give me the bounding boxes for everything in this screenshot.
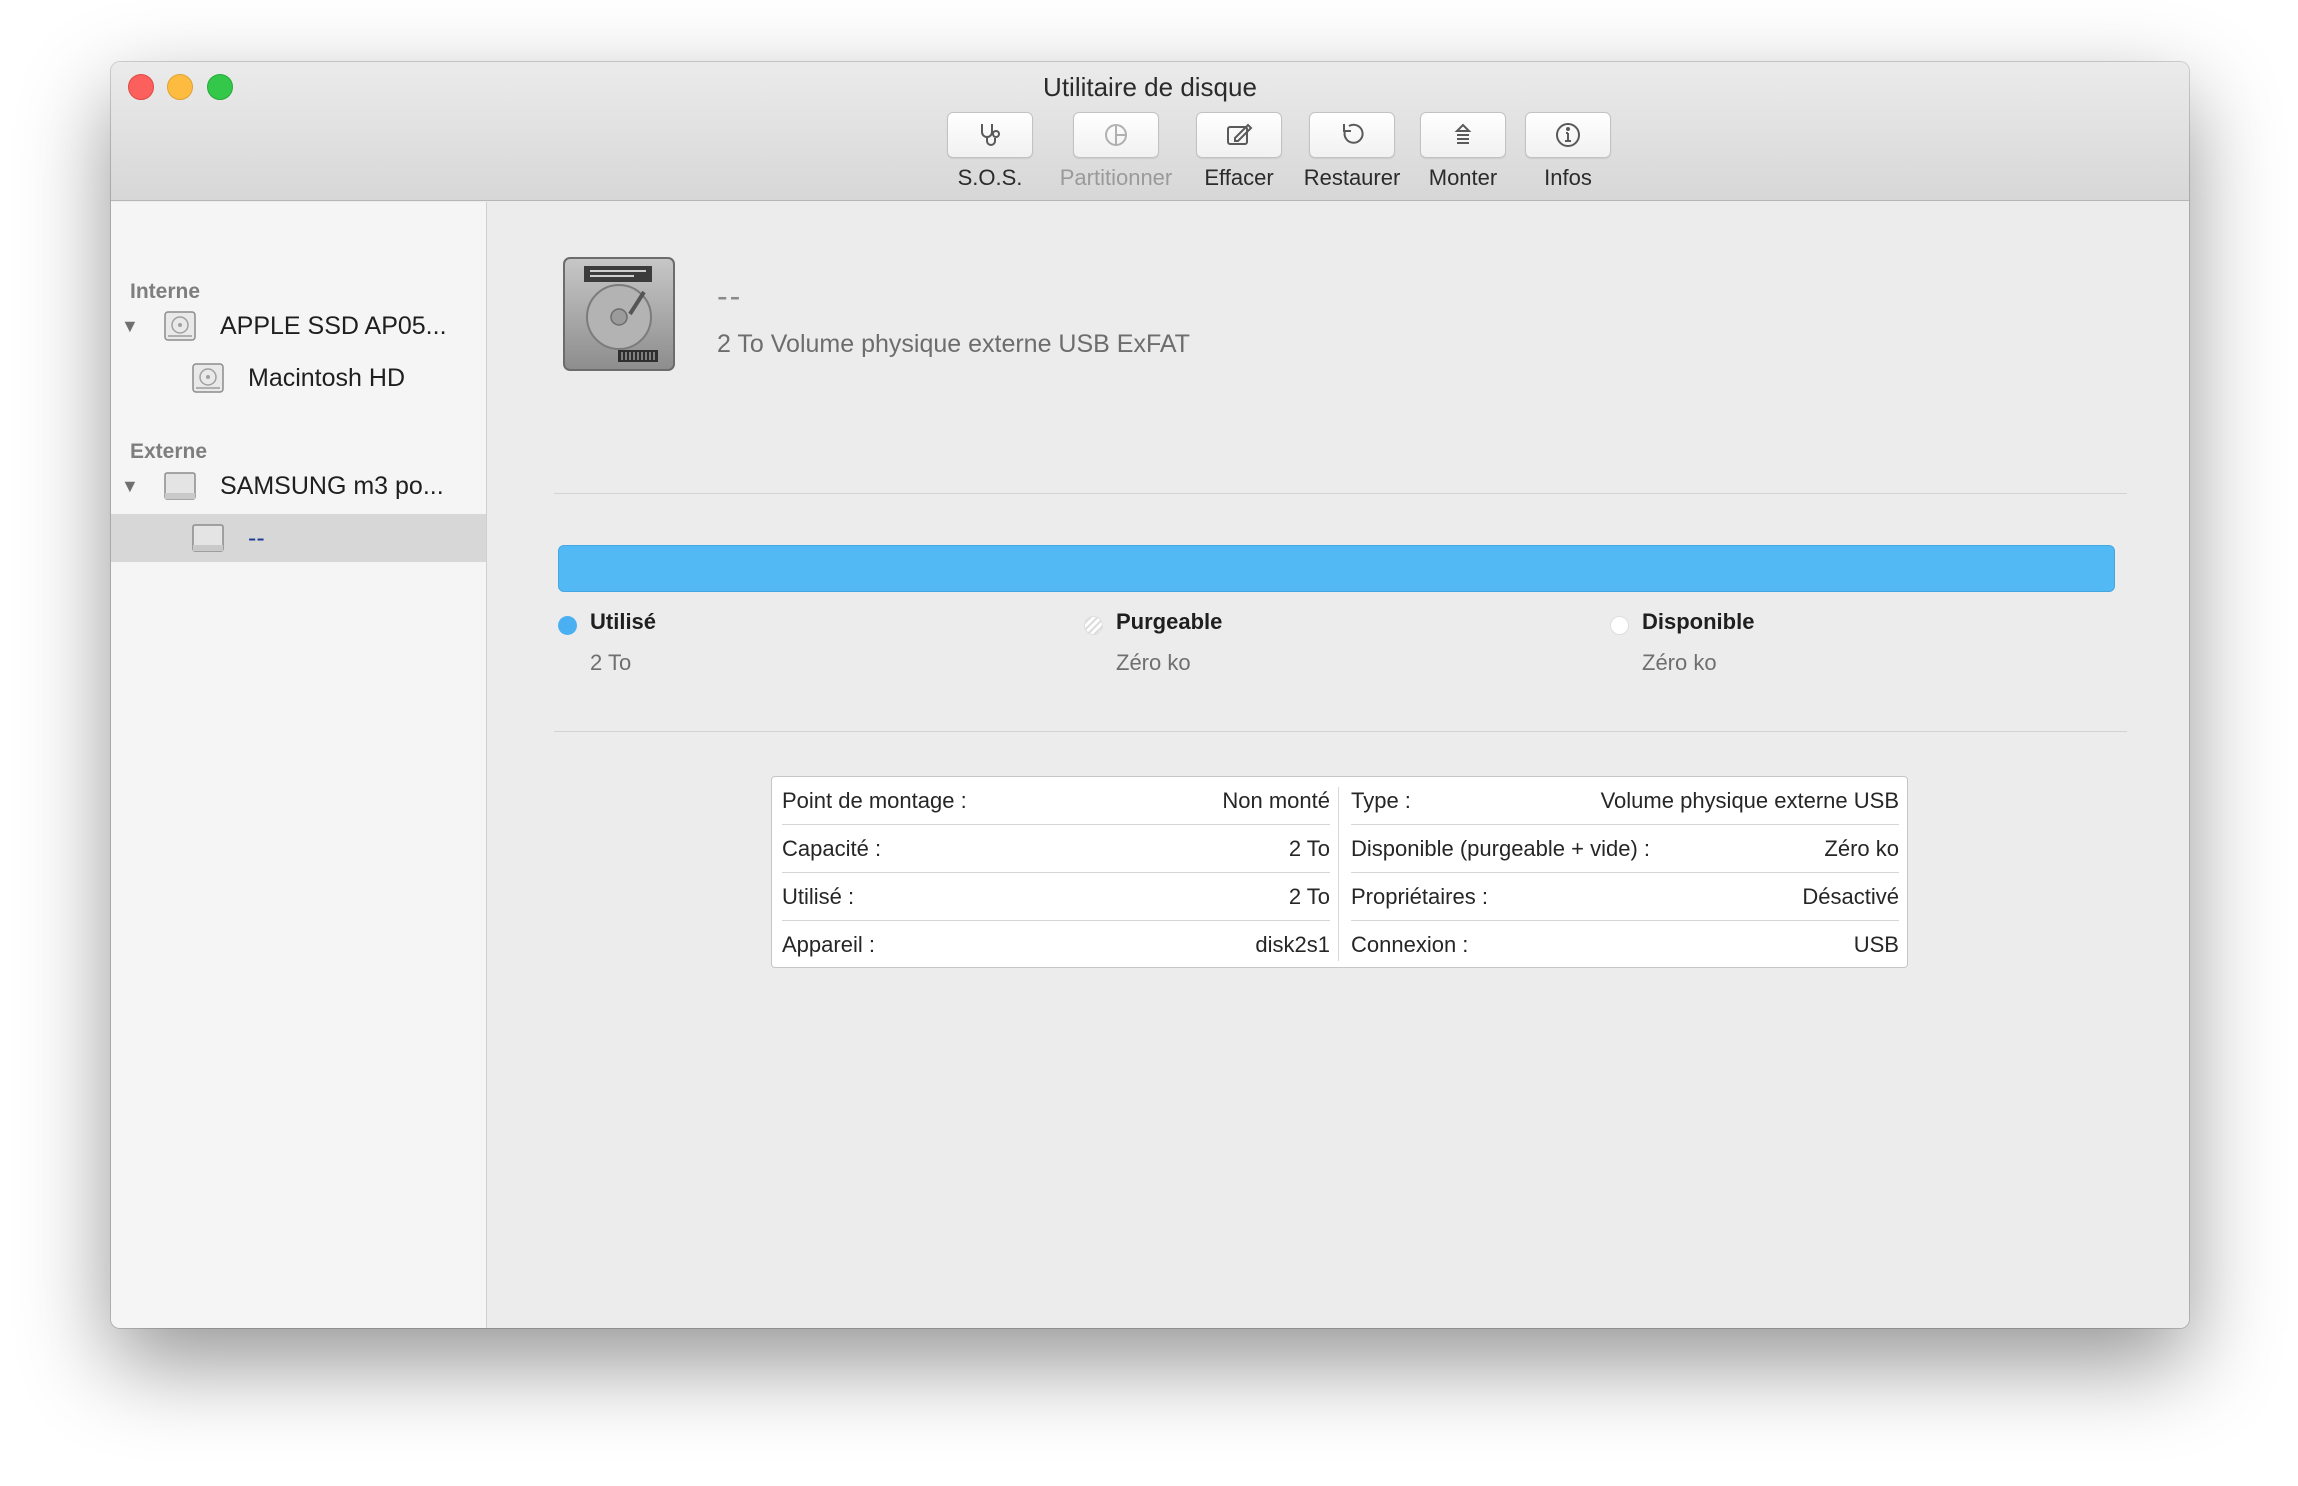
sidebar-item-selected-volume[interactable]: -- xyxy=(111,514,486,562)
available-dot-icon xyxy=(1610,616,1629,635)
purgeable-dot-icon xyxy=(1084,616,1103,635)
sidebar-item-label: APPLE SSD AP05... xyxy=(220,311,447,340)
info-key: Type : xyxy=(1351,787,1411,813)
info-row-mount-point: Point de montage : Non monté xyxy=(782,777,1330,825)
disclosure-triangle-icon[interactable]: ▼ xyxy=(121,316,139,337)
sidebar-header-internal: Interne xyxy=(130,280,201,303)
usage-bar xyxy=(558,545,2115,592)
sidebar-item-label: Macintosh HD xyxy=(248,363,405,392)
column-divider xyxy=(1338,787,1339,961)
info-row-type: Type : Volume physique externe USB xyxy=(1351,777,1899,825)
info-row-used: Utilisé : 2 To xyxy=(782,873,1330,921)
info-value: Volume physique externe USB xyxy=(1600,787,1899,813)
hard-drive-icon xyxy=(563,257,675,371)
first-aid-button[interactable]: S.O.S. xyxy=(920,112,1060,191)
window-title: Utilitaire de disque xyxy=(1043,72,1257,102)
sidebar-item-samsung[interactable]: ▼ SAMSUNG m3 po... xyxy=(111,462,486,510)
info-key: Propriétaires : xyxy=(1351,883,1488,909)
info-key: Disponible (purgeable + vide) : xyxy=(1351,835,1651,861)
internal-volume-icon xyxy=(192,363,224,393)
stethoscope-icon xyxy=(981,124,1000,146)
disclosure-triangle-icon[interactable]: ▼ xyxy=(121,476,139,497)
legend-purgeable-label: Purgeable xyxy=(1116,609,1223,634)
legend-available-label: Disponible xyxy=(1642,609,1755,634)
partition-label: Partitionner xyxy=(1059,165,1173,190)
info-value: Zéro ko xyxy=(1824,835,1899,861)
legend-used-label: Utilisé xyxy=(590,609,657,634)
disk-utility-window: Utilitaire de disque S.O.S. Partitionner xyxy=(111,62,2189,1328)
sidebar-header-external: Externe xyxy=(130,440,208,463)
external-volume-icon xyxy=(192,524,224,552)
external-disk-icon xyxy=(164,472,196,500)
divider xyxy=(554,493,2127,494)
info-row-connection: Connexion : USB xyxy=(1351,921,1899,969)
info-value: USB xyxy=(1853,932,1899,957)
info-table: Point de montage : Non monté Capacité : … xyxy=(771,776,1908,968)
restore-icon xyxy=(1343,123,1364,144)
info-row-device: Appareil : disk2s1 xyxy=(782,921,1330,969)
mount-icon xyxy=(1454,123,1472,144)
sidebar-item-macintosh-hd[interactable]: Macintosh HD xyxy=(111,354,486,402)
titlebar: Utilitaire de disque S.O.S. Partitionner xyxy=(111,62,2189,201)
erase-icon xyxy=(1227,123,1253,145)
info-icon xyxy=(1556,123,1580,147)
legend-available-value: Zéro ko xyxy=(1642,650,1717,675)
info-value: Désactivé xyxy=(1802,883,1899,909)
info-key: Capacité : xyxy=(782,835,882,861)
sidebar-item-label: -- xyxy=(248,523,265,552)
info-label: Infos xyxy=(1544,165,1592,190)
legend-used-value: 2 To xyxy=(590,650,632,675)
info-key: Point de montage : xyxy=(782,787,967,813)
info-row-owners: Propriétaires : Désactivé xyxy=(1351,873,1899,921)
info-key: Appareil : xyxy=(782,932,875,957)
divider xyxy=(554,731,2127,732)
info-value: disk2s1 xyxy=(1255,932,1330,957)
sidebar-item-apple-ssd[interactable]: ▼ APPLE SSD AP05... xyxy=(111,302,486,350)
volume-name: -- xyxy=(717,278,743,314)
pie-chart-icon xyxy=(1105,124,1127,146)
main-content: -- 2 To Volume physique externe USB ExFA… xyxy=(488,202,2189,1328)
internal-disk-icon xyxy=(164,311,196,341)
info-row-capacity: Capacité : 2 To xyxy=(782,825,1330,873)
sidebar-item-label: SAMSUNG m3 po... xyxy=(220,471,444,500)
info-row-available: Disponible (purgeable + vide) : Zéro ko xyxy=(1351,825,1899,873)
info-button[interactable]: Infos xyxy=(1498,112,1638,191)
info-key: Utilisé : xyxy=(782,883,855,909)
partition-button[interactable]: Partitionner xyxy=(1046,112,1186,191)
used-dot-icon xyxy=(558,616,577,635)
info-value: Non monté xyxy=(1222,787,1330,813)
info-key: Connexion : xyxy=(1351,932,1469,957)
info-value: 2 To xyxy=(1288,883,1330,909)
sidebar: Interne ▼ APPLE SSD AP05... Macintosh HD… xyxy=(111,202,487,1328)
volume-description: 2 To Volume physique externe USB ExFAT xyxy=(717,330,1190,358)
legend-purgeable-value: Zéro ko xyxy=(1116,650,1191,675)
info-value: 2 To xyxy=(1288,835,1330,861)
first-aid-label: S.O.S. xyxy=(957,165,1023,190)
